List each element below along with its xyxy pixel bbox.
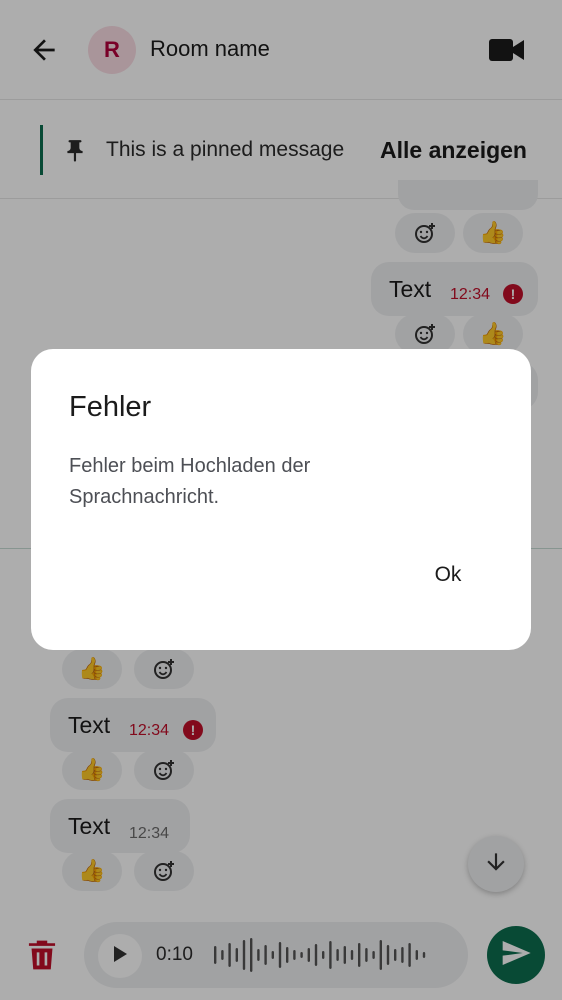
chat-screen: R Room name This is a pinned message All…: [0, 0, 562, 1000]
dialog-message: Fehler beim Hochladen der Sprachnachrich…: [69, 455, 311, 508]
error-dialog: Fehler Fehler beim Hochladen der Sprachn…: [31, 349, 531, 650]
dialog-title: Fehler: [69, 391, 152, 423]
ok-button[interactable]: Ok: [423, 557, 473, 593]
